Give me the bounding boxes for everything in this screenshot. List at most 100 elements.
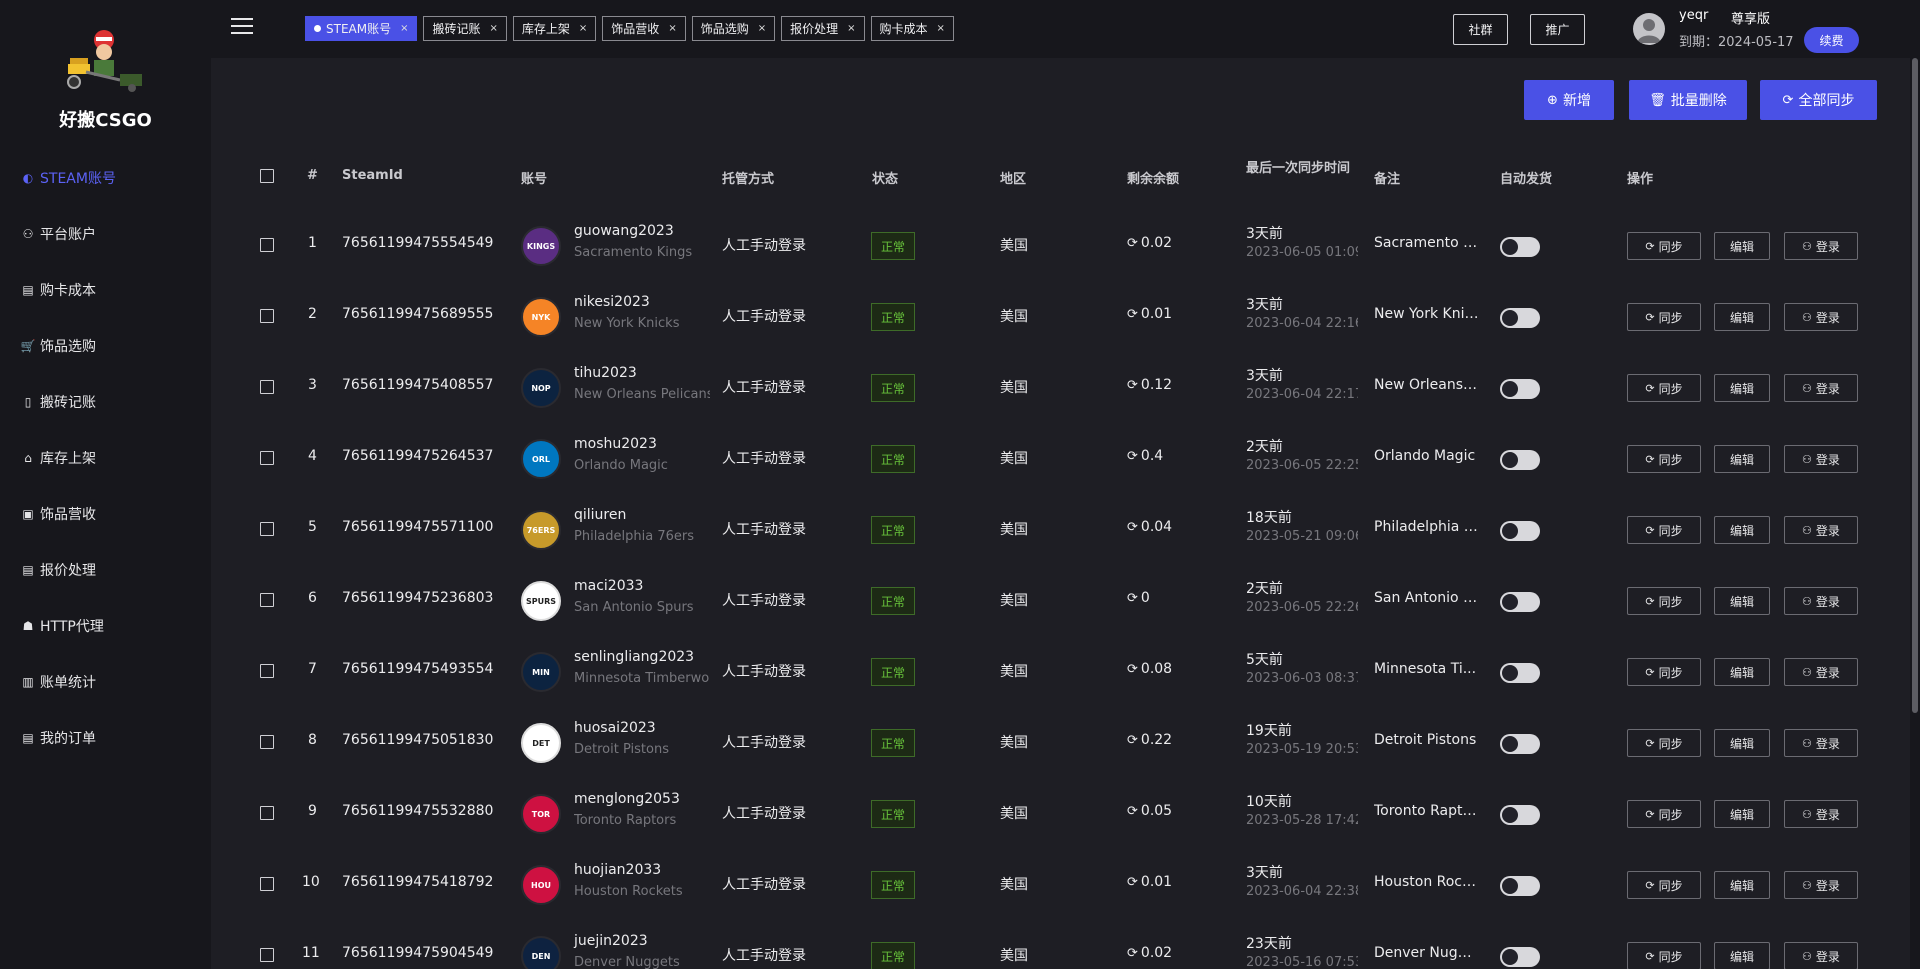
row-checkbox[interactable]: [260, 380, 274, 394]
login-button[interactable]: ⚇ 登录: [1784, 374, 1858, 402]
row-checkbox[interactable]: [260, 238, 274, 252]
sidebar-item-8[interactable]: ☗ HTTP代理: [0, 598, 211, 654]
auto-ship-toggle[interactable]: [1500, 450, 1540, 470]
promote-button[interactable]: 推广: [1530, 14, 1585, 45]
sidebar-item-5[interactable]: ⌂ 库存上架: [0, 430, 211, 486]
refresh-icon[interactable]: ⟳: [1127, 946, 1138, 961]
close-icon[interactable]: ×: [490, 23, 498, 34]
sidebar-item-10[interactable]: ▤ 我的订单: [0, 710, 211, 766]
tab-6[interactable]: 购卡成本 ×: [870, 16, 954, 41]
tab-1[interactable]: 搬砖记账 ×: [423, 16, 507, 41]
refresh-icon[interactable]: ⟳: [1127, 449, 1138, 464]
sync-button[interactable]: ⟳ 同步: [1627, 871, 1701, 899]
auto-ship-toggle[interactable]: [1500, 805, 1540, 825]
login-button[interactable]: ⚇ 登录: [1784, 729, 1858, 757]
login-button[interactable]: ⚇ 登录: [1784, 658, 1858, 686]
login-button[interactable]: ⚇ 登录: [1784, 303, 1858, 331]
login-button[interactable]: ⚇ 登录: [1784, 445, 1858, 473]
row-checkbox[interactable]: [260, 309, 274, 323]
edit-button[interactable]: 编辑: [1714, 303, 1770, 331]
auto-ship-toggle[interactable]: [1500, 734, 1540, 754]
auto-ship-toggle[interactable]: [1500, 308, 1540, 328]
close-icon[interactable]: ×: [847, 23, 855, 34]
sidebar-item-9[interactable]: ▥ 账单统计: [0, 654, 211, 710]
refresh-icon[interactable]: ⟳: [1127, 520, 1138, 535]
batch-delete-button[interactable]: 🗑 批量删除: [1629, 80, 1747, 120]
select-all-checkbox[interactable]: [260, 169, 274, 183]
community-button[interactable]: 社群: [1453, 14, 1508, 45]
sidebar-item-2[interactable]: ▤ 购卡成本: [0, 262, 211, 318]
refresh-icon[interactable]: ⟳: [1127, 733, 1138, 748]
tab-4[interactable]: 饰品选购 ×: [691, 16, 776, 41]
sync-button[interactable]: ⟳ 同步: [1627, 232, 1701, 260]
sync-button[interactable]: ⟳ 同步: [1627, 516, 1701, 544]
login-button[interactable]: ⚇ 登录: [1784, 942, 1858, 969]
user-avatar[interactable]: [1633, 13, 1665, 45]
auto-ship-toggle[interactable]: [1500, 237, 1540, 257]
tab-0[interactable]: STEAM账号 ×: [305, 16, 418, 41]
edit-button[interactable]: 编辑: [1714, 232, 1770, 260]
refresh-icon[interactable]: ⟳: [1127, 804, 1138, 819]
edit-button[interactable]: 编辑: [1714, 587, 1770, 615]
row-checkbox[interactable]: [260, 522, 274, 536]
sync-all-button[interactable]: ⟳ 全部同步: [1760, 80, 1877, 120]
close-icon[interactable]: ×: [937, 23, 945, 34]
close-icon[interactable]: ×: [579, 23, 587, 34]
refresh-icon[interactable]: ⟳: [1127, 591, 1138, 606]
menu-toggle-icon[interactable]: [231, 18, 253, 36]
login-button[interactable]: ⚇ 登录: [1784, 871, 1858, 899]
login-button[interactable]: ⚇ 登录: [1784, 587, 1858, 615]
auto-ship-toggle[interactable]: [1500, 876, 1540, 896]
sync-button[interactable]: ⟳ 同步: [1627, 445, 1701, 473]
sync-button[interactable]: ⟳ 同步: [1627, 587, 1701, 615]
close-icon[interactable]: ×: [400, 23, 408, 34]
auto-ship-toggle[interactable]: [1500, 592, 1540, 612]
sync-button[interactable]: ⟳ 同步: [1627, 658, 1701, 686]
edit-button[interactable]: 编辑: [1714, 445, 1770, 473]
edit-button[interactable]: 编辑: [1714, 871, 1770, 899]
row-checkbox[interactable]: [260, 664, 274, 678]
row-checkbox[interactable]: [260, 593, 274, 607]
renew-button[interactable]: 续费: [1804, 27, 1859, 53]
edit-button[interactable]: 编辑: [1714, 374, 1770, 402]
auto-ship-toggle[interactable]: [1500, 947, 1540, 967]
edit-button[interactable]: 编辑: [1714, 942, 1770, 969]
row-checkbox[interactable]: [260, 735, 274, 749]
sync-button[interactable]: ⟳ 同步: [1627, 303, 1701, 331]
tab-2[interactable]: 库存上架 ×: [512, 16, 597, 41]
refresh-icon[interactable]: ⟳: [1127, 378, 1138, 393]
sidebar-item-6[interactable]: ▣ 饰品营收: [0, 486, 211, 542]
sidebar-item-4[interactable]: ▯ 搬砖记账: [0, 374, 211, 430]
auto-ship-toggle[interactable]: [1500, 379, 1540, 399]
sidebar-item-0[interactable]: ◐ STEAM账号: [0, 150, 211, 206]
close-icon[interactable]: ×: [668, 23, 676, 34]
scrollbar[interactable]: [1910, 58, 1920, 969]
login-button[interactable]: ⚇ 登录: [1784, 232, 1858, 260]
row-checkbox[interactable]: [260, 451, 274, 465]
sync-button[interactable]: ⟳ 同步: [1627, 374, 1701, 402]
tab-3[interactable]: 饰品营收 ×: [602, 16, 686, 41]
sync-button[interactable]: ⟳ 同步: [1627, 729, 1701, 757]
add-button[interactable]: ⊕ 新增: [1524, 80, 1614, 120]
sidebar-item-7[interactable]: ▤ 报价处理: [0, 542, 211, 598]
login-button[interactable]: ⚇ 登录: [1784, 800, 1858, 828]
row-checkbox[interactable]: [260, 877, 274, 891]
edit-button[interactable]: 编辑: [1714, 516, 1770, 544]
sync-button[interactable]: ⟳ 同步: [1627, 942, 1701, 969]
sidebar-item-1[interactable]: ⚇ 平台账户: [0, 206, 211, 262]
refresh-icon[interactable]: ⟳: [1127, 236, 1138, 251]
auto-ship-toggle[interactable]: [1500, 521, 1540, 541]
sidebar-item-3[interactable]: 🛒 饰品选购: [0, 318, 211, 374]
scrollbar-thumb[interactable]: [1912, 58, 1918, 713]
refresh-icon[interactable]: ⟳: [1127, 875, 1138, 890]
row-checkbox[interactable]: [260, 806, 274, 820]
login-button[interactable]: ⚇ 登录: [1784, 516, 1858, 544]
refresh-icon[interactable]: ⟳: [1127, 662, 1138, 677]
edit-button[interactable]: 编辑: [1714, 800, 1770, 828]
tab-5[interactable]: 报价处理 ×: [781, 16, 865, 41]
edit-button[interactable]: 编辑: [1714, 729, 1770, 757]
close-icon[interactable]: ×: [758, 23, 766, 34]
row-checkbox[interactable]: [260, 948, 274, 962]
edit-button[interactable]: 编辑: [1714, 658, 1770, 686]
auto-ship-toggle[interactable]: [1500, 663, 1540, 683]
